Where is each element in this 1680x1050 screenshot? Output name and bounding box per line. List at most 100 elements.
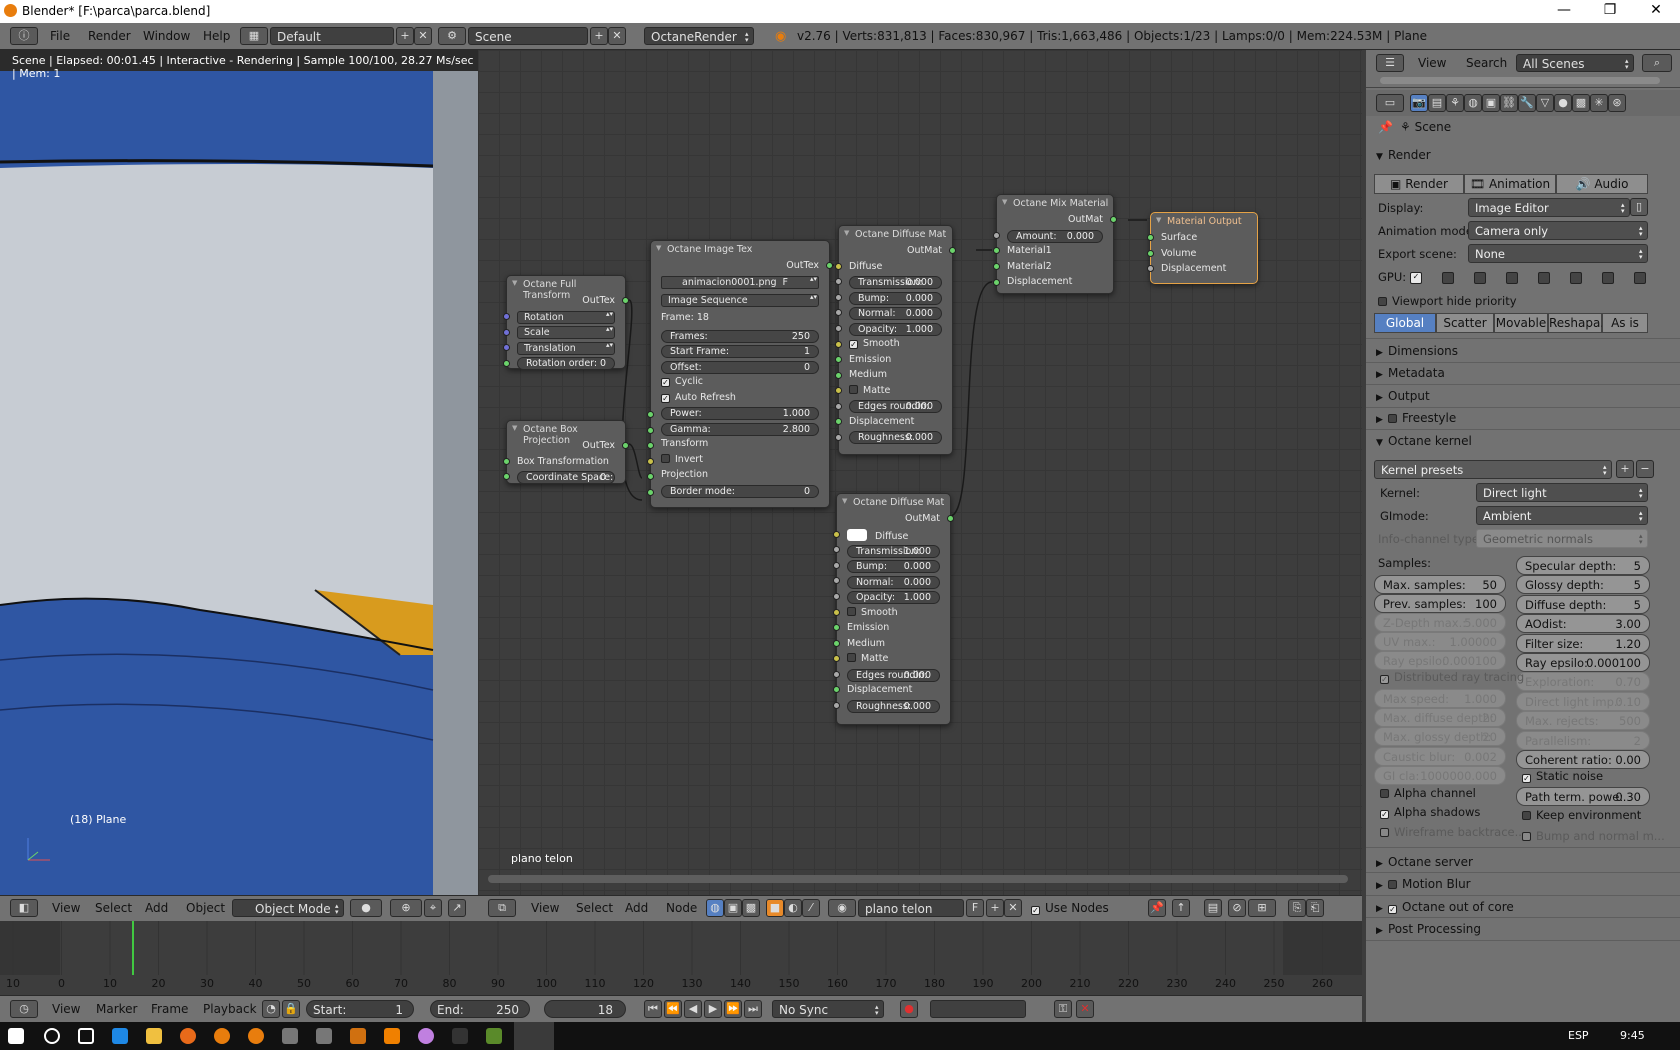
input-socket[interactable] xyxy=(647,489,654,496)
input-socket[interactable] xyxy=(993,247,1000,254)
add-material-icon[interactable]: + xyxy=(986,899,1004,917)
add-layout-icon[interactable]: + xyxy=(396,27,414,45)
gamma-field[interactable]: Gamma: 2.800 xyxy=(661,422,819,436)
kernel-field[interactable]: Ray epsilo: 0.000100 xyxy=(1374,651,1506,670)
pin-icon[interactable]: 📌 xyxy=(1148,899,1166,917)
input-socket[interactable] xyxy=(993,279,1000,286)
jump-keyframe-back-icon[interactable]: ⏪ xyxy=(664,1000,682,1018)
panel-post-processing-header[interactable]: ▶ Post Processing xyxy=(1376,922,1481,936)
input-socket[interactable] xyxy=(835,294,842,301)
jump-start-icon[interactable]: ⏮ xyxy=(644,1000,662,1018)
smooth-checkbox[interactable]: ✓ Smooth xyxy=(839,337,952,353)
panel-octane-server-header[interactable]: ▶ Octane server xyxy=(1376,855,1473,869)
kernel-select[interactable]: Direct light xyxy=(1476,483,1648,502)
menu-select[interactable]: Select xyxy=(95,901,132,915)
firefox-icon[interactable] xyxy=(180,1028,196,1044)
bump-field[interactable]: Bump: 0.000 xyxy=(847,560,940,573)
node-diffuse-mat-2[interactable]: Octane Diffuse Mat OutMat Diffuse Transm… xyxy=(833,493,954,725)
app-icon[interactable] xyxy=(418,1028,434,1044)
physics-context-icon[interactable]: ⊛ xyxy=(1608,94,1626,112)
keep-environment-checkbox[interactable]: Keep environment xyxy=(1522,808,1641,822)
input-socket[interactable] xyxy=(833,531,840,538)
output-socket[interactable] xyxy=(826,262,833,269)
render-button[interactable]: ▣ Render xyxy=(1374,174,1464,194)
kernel-field[interactable]: UV max.: 1.00000 xyxy=(1374,632,1506,651)
app-icon[interactable] xyxy=(282,1028,298,1044)
display-select[interactable]: Image Editor xyxy=(1468,198,1630,217)
input-socket[interactable] xyxy=(993,232,1000,239)
record-icon[interactable]: ● xyxy=(900,1000,918,1018)
gpu-checkbox[interactable] xyxy=(1474,272,1486,284)
input-socket[interactable] xyxy=(835,356,842,363)
start-frame-field[interactable]: Start Frame: 1 xyxy=(661,345,819,358)
offset-field[interactable]: Offset: 0 xyxy=(661,360,819,374)
pivot-icon[interactable]: ⊕ xyxy=(390,899,422,917)
kernel-field[interactable]: Filter size: 1.20 xyxy=(1516,633,1650,653)
minimize-button[interactable]: — xyxy=(1541,0,1587,23)
pin-icon[interactable]: 📌 xyxy=(1378,120,1393,134)
menu-playback[interactable]: Playback xyxy=(203,1002,257,1016)
search-icon[interactable]: ⌕ xyxy=(1642,54,1672,72)
kernel-field[interactable]: Z-Depth max.: 5.000 xyxy=(1374,613,1506,632)
parent-icon[interactable]: ↑ xyxy=(1172,899,1190,917)
remove-layout-icon[interactable]: ✕ xyxy=(414,27,432,45)
input-socket[interactable] xyxy=(833,640,840,647)
smooth-checkbox[interactable]: Smooth xyxy=(837,606,950,622)
kernel-field[interactable]: GI cla: 1000000.000 xyxy=(1374,765,1506,785)
start-frame-field[interactable]: Start: 1 xyxy=(306,1000,414,1018)
transmission-field[interactable]: Transmission: 1.000 xyxy=(847,544,940,558)
diffuse-color-swatch[interactable] xyxy=(847,528,867,541)
menu-add[interactable]: Add xyxy=(625,901,648,915)
input-socket[interactable] xyxy=(647,442,654,449)
gpu-checkbox[interactable] xyxy=(1602,272,1614,284)
menu-view[interactable]: View xyxy=(52,901,80,915)
menu-view[interactable]: View xyxy=(52,1002,80,1016)
input-socket[interactable] xyxy=(833,577,840,584)
audio-button[interactable]: 🔊 Audio xyxy=(1556,174,1648,194)
scene-context-icon[interactable]: ⚘ xyxy=(1446,94,1464,112)
manipulator-icon[interactable]: ⌖ xyxy=(424,899,442,917)
particles-context-icon[interactable]: ✳ xyxy=(1590,94,1608,112)
output-socket[interactable] xyxy=(1110,216,1117,223)
menu-marker[interactable]: Marker xyxy=(96,1002,137,1016)
panel-motion-blur-header[interactable]: ▶ Motion Blur xyxy=(1376,877,1471,891)
roughness-field[interactable]: Roughness: 0.000 xyxy=(847,699,940,713)
kernel-field[interactable]: Max. diffuse depth: 20 xyxy=(1374,708,1506,728)
output-socket[interactable] xyxy=(622,297,629,304)
unlink-material-icon[interactable]: ✕ xyxy=(1004,899,1022,917)
input-socket[interactable] xyxy=(835,372,842,379)
input-socket[interactable] xyxy=(835,403,842,410)
outliner-scrollbar[interactable] xyxy=(1380,77,1660,84)
layout-field[interactable]: Default xyxy=(270,27,394,45)
editor-type-icon[interactable]: ▭ xyxy=(1376,94,1404,112)
keying-set-field[interactable] xyxy=(930,1000,1026,1018)
input-socket[interactable] xyxy=(833,655,840,662)
paste-icon[interactable]: ⎗ xyxy=(1306,899,1324,917)
remove-preset-icon[interactable]: − xyxy=(1636,460,1654,478)
input-socket[interactable] xyxy=(647,458,654,465)
material-browse-icon[interactable]: ◉ xyxy=(828,899,856,917)
material-context-icon[interactable]: ● xyxy=(1554,94,1572,112)
kernel-field[interactable]: Diffuse depth: 5 xyxy=(1516,594,1650,614)
jump-keyframe-forward-icon[interactable]: ⏩ xyxy=(724,1000,742,1018)
blender-active-task[interactable] xyxy=(514,1022,554,1050)
kernel-field[interactable]: Exploration: 0.70 xyxy=(1516,672,1650,692)
toggle-icon[interactable]: ▯ xyxy=(1630,198,1648,216)
linestyle-icon[interactable]: ⁄ xyxy=(802,899,820,917)
image-source-select[interactable]: Image Sequence xyxy=(661,293,819,307)
gpu-checkbox[interactable] xyxy=(1570,272,1582,284)
menu-select[interactable]: Select xyxy=(576,901,613,915)
shader-nodes-icon[interactable]: ◍ xyxy=(706,899,724,917)
node-diffuse-mat-1[interactable]: Octane Diffuse Mat OutMat Diffuse Transm… xyxy=(835,225,956,455)
app-icon[interactable] xyxy=(486,1028,502,1044)
amount-field[interactable]: Amount: 0.000 xyxy=(1007,229,1103,243)
editor-type-icon[interactable]: ☰ xyxy=(1376,54,1404,72)
menu-help[interactable]: Help xyxy=(203,29,230,43)
normal-field[interactable]: Normal: 0.000 xyxy=(847,575,940,589)
material-name-field[interactable]: plano telon xyxy=(858,899,964,917)
data-context-icon[interactable]: ▽ xyxy=(1536,94,1554,112)
input-socket[interactable] xyxy=(647,427,654,434)
layers-context-icon[interactable]: ▤ xyxy=(1428,94,1446,112)
static-noise-checkbox[interactable]: ✓ Static noise xyxy=(1522,769,1603,783)
world-icon[interactable]: ◐ xyxy=(784,899,802,917)
